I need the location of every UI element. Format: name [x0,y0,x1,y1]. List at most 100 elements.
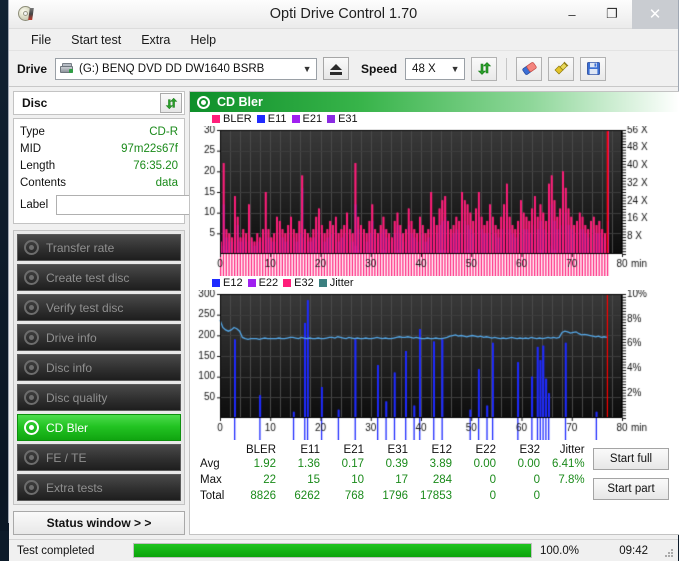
legend-entry-e11: E11 [257,113,287,125]
sidebar-item-fe-te[interactable]: FE / TE [17,444,181,471]
start-part-button[interactable]: Start part [593,478,669,500]
stats-cell: 0 [502,488,546,504]
toolbar: Drive (G:) BENQ DVD DD DW1640 BSRB ▼ Spe… [9,51,678,87]
legend-entry-e21: E21 [292,113,323,125]
sidebar-item-label: Transfer rate [46,241,114,255]
refresh-button[interactable] [471,57,497,81]
stats-cell: 22 [238,472,282,488]
status-bar: Test completed 100.0% 09:42 [9,539,678,561]
stats-col-e11: E11 [282,444,326,456]
e12-jitter-chart-block: E12E22E32Jitter [190,276,679,440]
plug-button[interactable] [548,57,574,81]
e12-jitter-chart-canvas [190,290,679,440]
legend-label: Jitter [330,277,354,289]
sidebar-item-label: Extra tests [46,481,103,495]
disc-refresh-button[interactable] [160,93,182,113]
stats-cell: 6.41% [546,456,591,472]
stats-cell: 0.39 [370,456,414,472]
status-window-button[interactable]: Status window > > [13,511,185,535]
sidebar-item-label: CD Bler [46,421,88,435]
stats-cell: 0.00 [458,456,502,472]
disc-test-icon [24,390,39,405]
stats-cell: 0 [458,472,502,488]
sidebar-item-verify-test-disc[interactable]: Verify test disc [17,294,181,321]
legend-label: E31 [338,113,358,125]
hdd-icon [59,62,75,76]
sidebar-item-transfer-rate[interactable]: Transfer rate [17,234,181,261]
sidebar-item-disc-quality[interactable]: Disc quality [17,384,181,411]
disc-label-label: Label [20,199,48,211]
disc-field-mid-label: MID [20,143,41,155]
start-full-button[interactable]: Start full [593,448,669,470]
status-message: Test completed [9,545,129,557]
window-controls: – ❐ ✕ [552,0,678,29]
stats-row-label: Max [194,472,238,488]
minimize-button[interactable]: – [552,0,592,29]
refresh-arrows-icon [477,61,492,76]
stats-cell: 10 [326,472,370,488]
sidebar-item-extra-tests[interactable]: Extra tests [17,474,181,501]
disc-field-mid-value: 97m22s67f [121,143,178,155]
legend-entry-e12: E12 [212,277,243,289]
legend-swatch-icon [248,279,256,287]
sidebar-item-disc-info[interactable]: Disc info [17,354,181,381]
legend-swatch-icon [283,279,291,287]
title-bar: Opti Drive Control 1.70 – ❐ ✕ [9,0,678,29]
e12-jitter-chart-plot [190,290,679,440]
stats-cell: 0 [502,472,546,488]
disc-test-icon [24,270,39,285]
toolbar-divider [506,58,507,80]
stats-col-e22: E22 [458,444,502,456]
disc-test-icon [24,300,39,315]
sidebar-item-create-test-disc[interactable]: Create test disc [17,264,181,291]
sidebar-item-drive-info[interactable]: Drive info [17,324,181,351]
save-button[interactable] [580,57,606,81]
erase-button[interactable] [516,57,542,81]
sidebar-item-cd-bler[interactable]: CD Bler [17,414,181,441]
stats-col-e31: E31 [370,444,414,456]
legend-label: E12 [223,277,243,289]
menu-item-extra[interactable]: Extra [131,31,180,49]
legend-swatch-icon [212,279,220,287]
stats-cell: 0.00 [502,456,546,472]
drive-label: Drive [17,62,47,76]
maximize-button[interactable]: ❐ [592,0,632,29]
close-button[interactable]: ✕ [632,0,678,29]
eject-button[interactable] [323,57,349,80]
panel-header: CD Bler [190,92,679,112]
table-row: Total 8826 6262 768 1796 17853 0 0 [194,488,591,504]
action-buttons: Start full Start part [593,440,679,534]
disc-field-type: Type CD-R [20,123,178,140]
menu-bar: File Start test Extra Help [9,29,678,51]
speed-select[interactable]: 48 X ▼ [405,58,465,80]
disc-test-icon [24,450,39,465]
disc-info-panel: Type CD-R MID 97m22s67f Length 76:35.20 … [13,118,185,224]
drive-select[interactable]: (G:) BENQ DVD DD DW1640 BSRB ▼ [55,58,317,80]
legend-label: E22 [259,277,279,289]
menu-item-start-test[interactable]: Start test [61,31,131,49]
cd-bler-icon [197,96,210,109]
disc-field-length-label: Length [20,160,55,172]
plug-icon [553,61,569,76]
stats-col-e21: E21 [326,444,370,456]
left-sidebar: Disc Type CD-R MID 97m22s67f [13,91,185,535]
disc-test-icon [24,240,39,255]
sidebar-item-label: Verify test disc [46,301,123,315]
legend-swatch-icon [257,115,265,123]
chevron-down-icon: ▼ [446,64,464,74]
test-nav-list: Transfer rate Create test disc Verify te… [13,230,185,505]
progress-bar [133,543,532,558]
stats-cell: 15 [282,472,326,488]
menu-item-help[interactable]: Help [180,31,226,49]
resize-grip[interactable] [660,544,674,558]
stats-row-label: Total [194,488,238,504]
stats-col-e12: E12 [414,444,458,456]
eraser-icon [521,61,538,76]
legend-swatch-icon [327,115,335,123]
disc-label-row: Label [20,193,178,217]
refresh-arrows-icon [165,97,178,110]
progress-bar-fill [134,544,531,557]
bler-chart-legend: BLERE11E21E31 [190,112,679,126]
menu-item-file[interactable]: File [21,31,61,49]
panel-title: CD Bler [217,95,263,109]
